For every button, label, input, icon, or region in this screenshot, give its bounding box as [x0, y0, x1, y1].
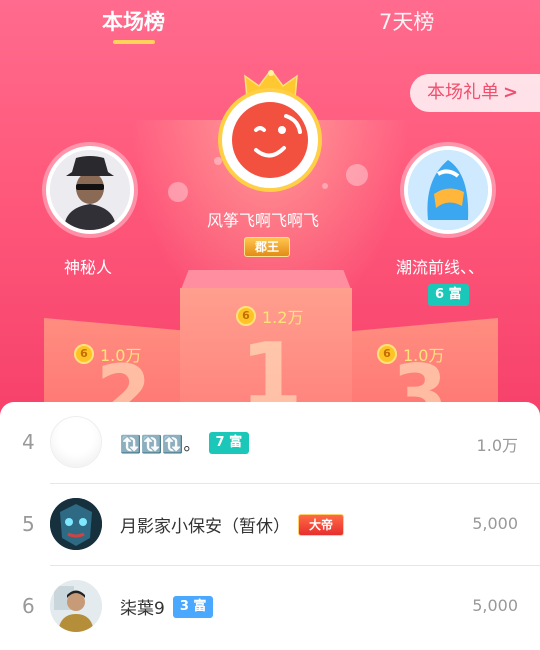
rank-number: 5	[22, 512, 35, 536]
user-name-line: 柒葉9 3 富	[120, 594, 214, 619]
contribution-value: 5,000	[472, 514, 518, 533]
tab-bar: 本场榜 7天榜	[0, 0, 540, 48]
list-item[interactable]: 6 柒葉9 3 富 5,000	[0, 566, 540, 648]
avatar-image	[408, 150, 488, 230]
person-photo-icon	[50, 580, 102, 632]
amount-value: 1.2万	[262, 308, 304, 327]
rank-number: 4	[22, 430, 35, 454]
amount-value: 1.0万	[403, 346, 445, 365]
mask-portrait-icon	[50, 498, 102, 550]
contribution-value: 5,000	[472, 596, 518, 615]
podium-third-amount: 6 1.0万	[377, 342, 444, 366]
mystery-person-icon	[50, 150, 130, 230]
podium-first-amount: 6 1.2万	[236, 304, 303, 328]
bubble-decoration	[214, 157, 222, 165]
user-name-line: 🔃🔃🔃。 7 富	[120, 430, 250, 455]
second-avatar[interactable]	[46, 146, 134, 234]
first-avatar[interactable]	[222, 92, 318, 188]
first-name: 风筝飞啊飞啊飞	[207, 211, 320, 230]
third-name: 潮流前线、、	[396, 258, 485, 277]
wealth-badge: 6 富	[428, 284, 469, 306]
avatar-image	[50, 150, 130, 230]
avatar[interactable]	[50, 580, 102, 632]
coin-icon: 6	[236, 306, 256, 326]
rank-title-badge: 郡王	[244, 237, 291, 257]
coin-icon: 6	[377, 344, 397, 364]
leaderboard-hero: 本场榜 7天榜 本场礼单 > 2 3 1 6 1.2万 6 1.0万 6 1.0万	[0, 0, 540, 430]
second-name: 神秘人	[64, 258, 113, 277]
user-name: 柒葉9	[120, 599, 165, 619]
user-name: 月影家小保安（暂休）	[120, 517, 290, 537]
rank-title-badge: 大帝	[298, 513, 345, 536]
user-name-line: 月影家小保安（暂休） 大帝	[120, 512, 345, 537]
avatar-image	[226, 96, 314, 184]
coin-icon: 6	[74, 344, 94, 364]
tab-seven-days[interactable]: 7天榜	[379, 6, 434, 36]
abstract-art-icon	[408, 150, 488, 230]
chevron-right-icon: >	[503, 82, 519, 103]
list-item[interactable]: 4 🔃🔃🔃。 7 富 1.0万	[0, 402, 540, 484]
third-wealth-badge-wrap: 6 富	[428, 283, 469, 306]
amount-value: 1.0万	[100, 346, 142, 365]
bubble-decoration	[168, 182, 188, 202]
ranking-list: 4 🔃🔃🔃。 7 富 1.0万 5 月影家小保安（暂休） 大帝 5,000 6	[0, 402, 540, 650]
gift-list-label: 本场礼单	[427, 82, 499, 103]
wink-face-icon	[232, 102, 308, 178]
list-item[interactable]: 5 月影家小保安（暂休） 大帝 5,000	[0, 484, 540, 566]
bubble-decoration	[346, 164, 368, 186]
wealth-badge: 3 富	[172, 595, 214, 618]
user-name: 🔃🔃🔃。	[120, 435, 201, 455]
active-tab-indicator	[113, 40, 155, 44]
bubble-decoration	[322, 183, 328, 189]
wealth-badge: 7 富	[208, 431, 250, 454]
contribution-value: 1.0万	[476, 436, 518, 455]
third-avatar[interactable]	[404, 146, 492, 234]
tab-this-session[interactable]: 本场榜	[102, 6, 165, 36]
gift-list-button[interactable]: 本场礼单 >	[410, 74, 540, 112]
avatar[interactable]	[50, 498, 102, 550]
rank-number: 6	[22, 594, 35, 618]
avatar[interactable]	[50, 416, 102, 468]
podium-second-amount: 6 1.0万	[74, 342, 141, 366]
